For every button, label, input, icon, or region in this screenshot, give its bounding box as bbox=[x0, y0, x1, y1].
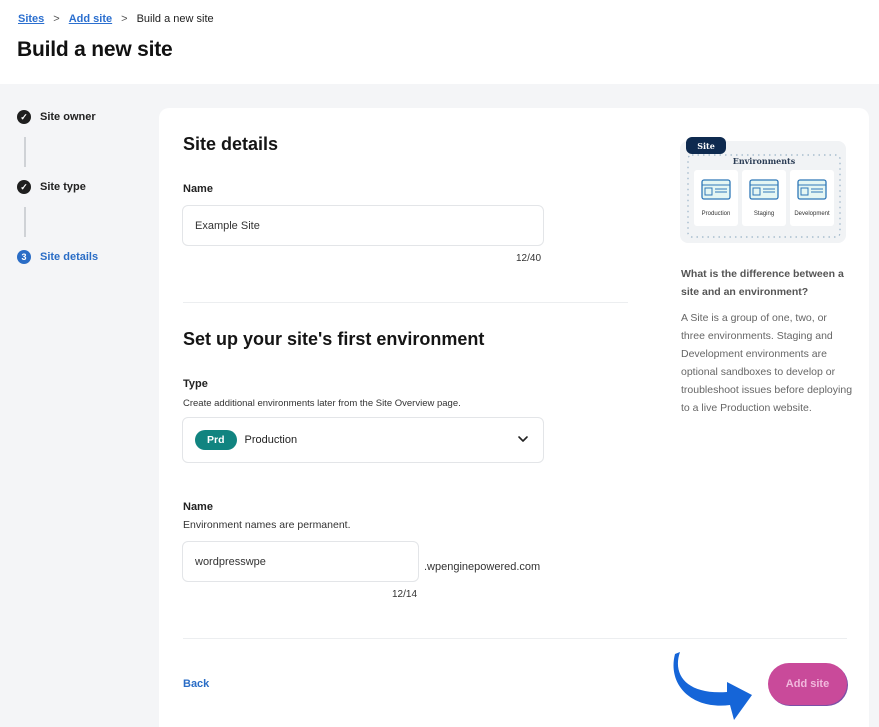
step-connector bbox=[24, 207, 26, 237]
site-name-counter: 12/40 bbox=[516, 253, 542, 264]
breadcrumb-sites-link[interactable]: Sites bbox=[18, 13, 44, 25]
site-name-label: Name bbox=[183, 183, 213, 195]
annotation-arrow-icon bbox=[673, 652, 752, 720]
breadcrumb: Sites > Add site > Build a new site bbox=[18, 13, 214, 25]
section-divider bbox=[183, 302, 628, 303]
page-title: Build a new site bbox=[17, 38, 173, 61]
step-site-type[interactable]: ✓ Site type bbox=[17, 179, 98, 195]
illustration-heading: Environments bbox=[733, 156, 796, 166]
environment-heading: Set up your site's first environment bbox=[183, 329, 485, 349]
env-type-value: Production bbox=[244, 434, 298, 446]
breadcrumb-add-site-link[interactable]: Add site bbox=[69, 13, 112, 25]
env-type-select[interactable]: Prd Production bbox=[182, 417, 544, 463]
env-name-value: wordpresswpe bbox=[195, 555, 266, 568]
add-site-button[interactable]: Add site bbox=[768, 663, 847, 705]
env-type-label: Type bbox=[183, 378, 208, 390]
illustration-site-tag: Site bbox=[697, 141, 715, 151]
site-details-heading: Site details bbox=[183, 134, 279, 154]
footer-divider bbox=[183, 638, 847, 639]
aside-answer: A Site is a group of one, two, or three … bbox=[681, 312, 853, 414]
step-site-details[interactable]: 3 Site details bbox=[17, 249, 98, 265]
env-type-badge: Prd bbox=[195, 430, 237, 450]
check-icon: ✓ bbox=[17, 110, 31, 124]
environments-illustration: Site Environments Production Staging Dev… bbox=[680, 137, 846, 243]
progress-stepper: ✓ Site owner ✓ Site type 3 Site details bbox=[17, 109, 98, 265]
env-domain-suffix: .wpenginepowered.com bbox=[424, 561, 541, 573]
aside-question: What is the difference between a site an… bbox=[681, 268, 844, 298]
env-tile-development: Development bbox=[790, 170, 834, 226]
env-tile-label: Development bbox=[794, 211, 830, 217]
breadcrumb-separator: > bbox=[121, 13, 128, 25]
page-header: Sites > Add site > Build a new site Buil… bbox=[0, 0, 879, 84]
step-number-icon: 3 bbox=[17, 250, 31, 264]
breadcrumb-separator: > bbox=[53, 13, 60, 25]
step-site-owner[interactable]: ✓ Site owner bbox=[17, 109, 98, 125]
env-tile-staging: Staging bbox=[742, 170, 786, 226]
back-button[interactable]: Back bbox=[183, 678, 209, 690]
check-icon: ✓ bbox=[17, 180, 31, 194]
env-name-helper: Environment names are permanent. bbox=[183, 519, 351, 531]
site-name-input[interactable]: Example Site bbox=[182, 205, 544, 246]
chevron-down-icon bbox=[518, 436, 528, 442]
breadcrumb-current: Build a new site bbox=[136, 13, 214, 25]
step-label: Site owner bbox=[40, 111, 96, 123]
env-name-label: Name bbox=[183, 501, 213, 513]
env-tile-label: Production bbox=[702, 211, 731, 217]
env-name-counter: 12/14 bbox=[392, 589, 418, 600]
step-label: Site details bbox=[40, 251, 99, 263]
step-connector bbox=[24, 137, 26, 167]
site-name-value: Example Site bbox=[195, 219, 260, 232]
env-name-input[interactable]: wordpresswpe bbox=[182, 541, 419, 582]
env-tile-label: Staging bbox=[754, 211, 774, 217]
step-label: Site type bbox=[40, 181, 86, 193]
env-tile-production: Production bbox=[694, 170, 738, 226]
env-type-helper: Create additional environments later fro… bbox=[183, 398, 461, 409]
